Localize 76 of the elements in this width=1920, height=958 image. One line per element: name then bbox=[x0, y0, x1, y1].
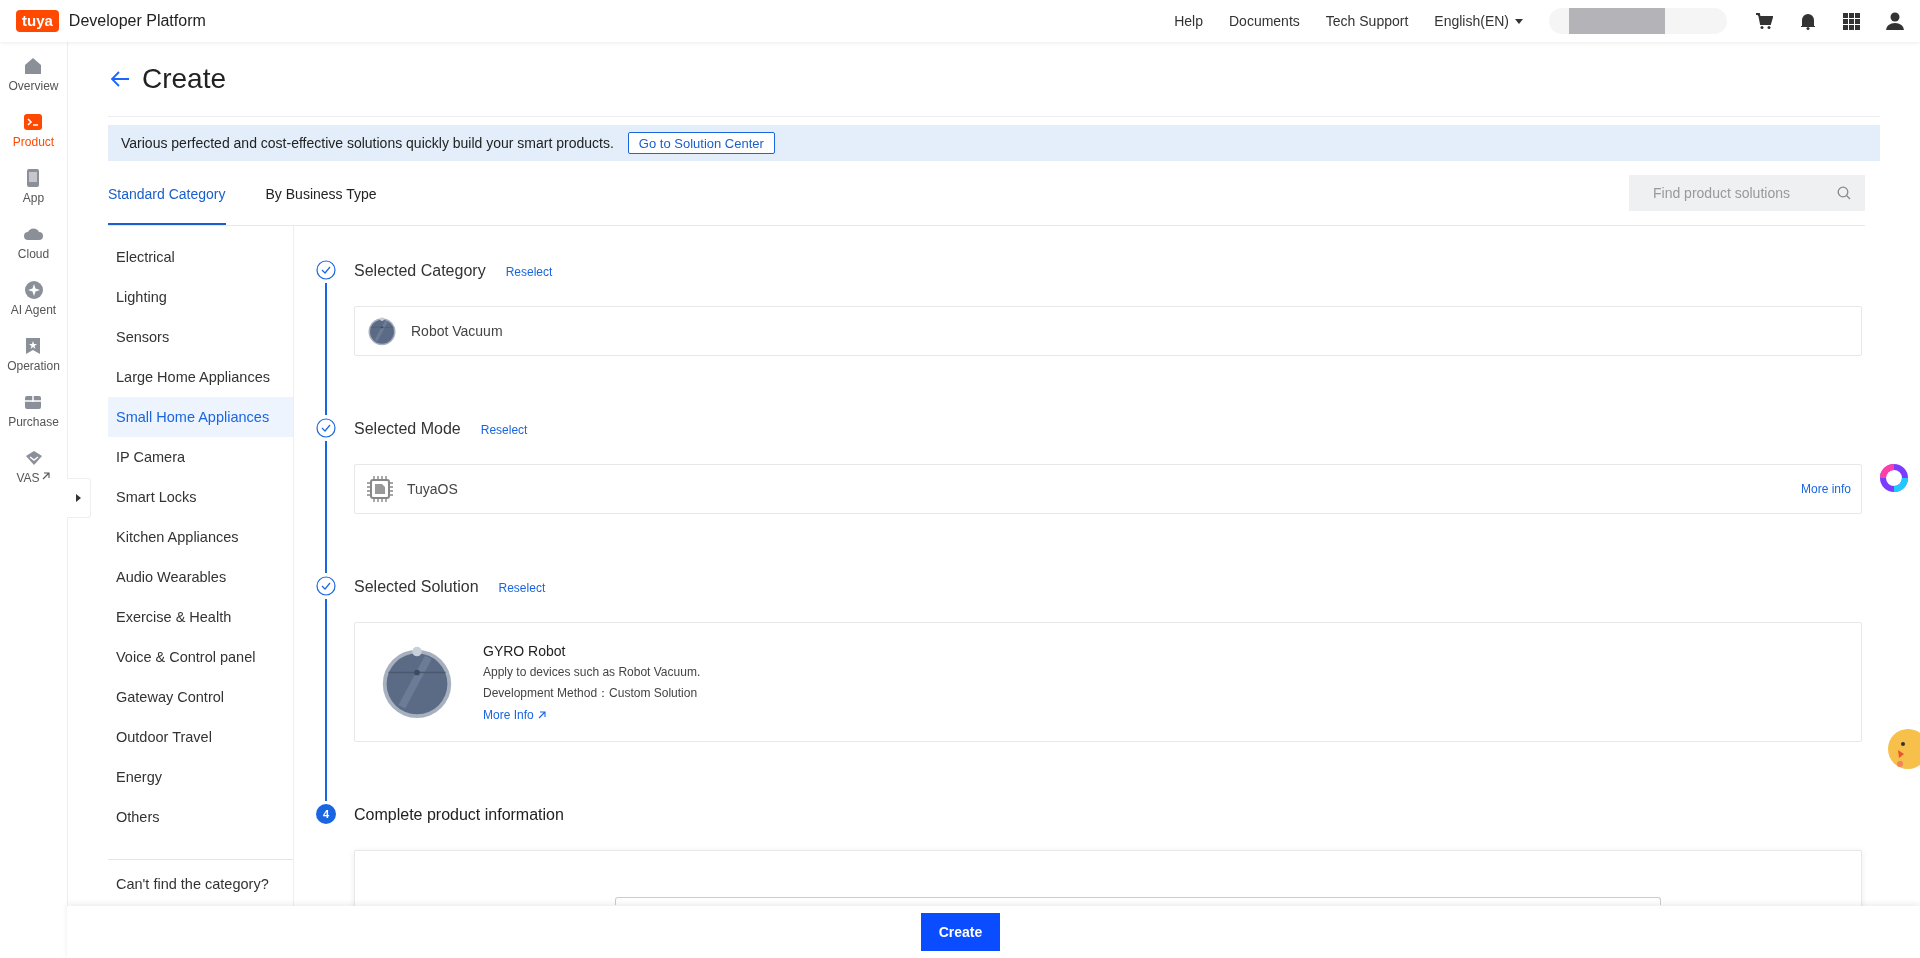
rail-label: Overview bbox=[8, 79, 59, 93]
external-link-icon bbox=[40, 471, 51, 481]
create-button[interactable]: Create bbox=[921, 913, 1000, 951]
category-item[interactable]: Sensors bbox=[108, 317, 293, 357]
category-item[interactable]: Energy bbox=[108, 757, 293, 797]
category-item[interactable]: Kitchen Appliances bbox=[108, 517, 293, 557]
language-selector[interactable]: English(EN) bbox=[1434, 13, 1523, 29]
category-item[interactable]: Large Home Appliances bbox=[108, 357, 293, 397]
mode-name: TuyaOS bbox=[407, 481, 458, 497]
external-link-icon bbox=[536, 709, 547, 720]
spark-icon bbox=[23, 280, 44, 300]
terminal-icon bbox=[23, 112, 44, 132]
step-title: Selected Solution bbox=[354, 578, 479, 596]
more-info-link[interactable]: More info bbox=[1800, 482, 1851, 496]
search-icon bbox=[1837, 186, 1851, 200]
rail-label: Purchase bbox=[8, 415, 59, 429]
category-item[interactable]: Others bbox=[108, 797, 293, 837]
rail-label: AI Agent bbox=[10, 303, 57, 317]
development-method: Development Method：Custom Solution bbox=[483, 684, 699, 702]
solution-center-button[interactable]: Go to Solution Center bbox=[627, 132, 775, 154]
rail-item[interactable]: App bbox=[22, 168, 45, 224]
user-icon[interactable] bbox=[1886, 12, 1904, 30]
rail-label: Operation bbox=[7, 359, 60, 373]
rail-item[interactable]: VAS bbox=[16, 448, 51, 504]
input-field[interactable] bbox=[615, 897, 1661, 905]
rail-label: App bbox=[22, 191, 45, 205]
page-title: Create bbox=[142, 63, 227, 95]
step-title: Selected Category bbox=[354, 262, 486, 280]
rail-label: Product bbox=[12, 135, 55, 149]
category-item[interactable]: Exercise & Health bbox=[108, 597, 293, 637]
cart-icon[interactable] bbox=[1755, 12, 1773, 30]
nav-link[interactable]: Help bbox=[1174, 13, 1203, 29]
category-item[interactable]: Lighting bbox=[108, 277, 293, 317]
rail-item[interactable]: Operation bbox=[7, 336, 60, 392]
category-item[interactable]: Small Home Appliances bbox=[108, 397, 293, 437]
banner-text: Various perfected and cost-effective solutions quickly build your smart products. bbox=[121, 135, 614, 151]
rail-item[interactable]: AI Agent bbox=[10, 280, 57, 336]
category-item[interactable]: Electrical bbox=[108, 237, 293, 277]
category-tab[interactable]: By Business Type bbox=[265, 161, 377, 225]
step-title: Complete product information bbox=[354, 806, 564, 824]
apps-grid-icon[interactable] bbox=[1843, 12, 1860, 30]
solution-description: Apply to devices such as Robot Vacuum. bbox=[483, 664, 701, 679]
search-field[interactable]: Find product solutions bbox=[1629, 175, 1865, 211]
category-name: Robot Vacuum bbox=[411, 323, 503, 339]
platform-title: Developer Platform bbox=[68, 12, 206, 30]
category-item[interactable]: Voice & Control panel bbox=[108, 637, 293, 677]
nav-link[interactable]: Tech Support bbox=[1325, 13, 1409, 29]
rail-item[interactable]: Cloud bbox=[17, 224, 50, 280]
reselect-link[interactable]: Reselect bbox=[498, 581, 546, 595]
step-title: Selected Mode bbox=[354, 420, 461, 438]
rail-label: Cloud bbox=[17, 247, 50, 261]
category-item[interactable]: Smart Locks bbox=[108, 477, 293, 517]
solution-name: GYRO Robot bbox=[483, 642, 567, 659]
rail-item[interactable]: Overview bbox=[8, 56, 59, 112]
back-arrow-icon[interactable] bbox=[110, 70, 130, 88]
bell-icon[interactable] bbox=[1799, 12, 1817, 30]
nav-link[interactable]: Documents bbox=[1229, 13, 1300, 29]
category-tab[interactable]: Standard Category bbox=[108, 161, 226, 225]
category-item[interactable]: Outdoor Travel bbox=[108, 717, 293, 757]
category-item[interactable]: Audio Wearables bbox=[108, 557, 293, 597]
caret-right-icon bbox=[76, 494, 81, 502]
rail-label: VAS bbox=[16, 471, 51, 485]
reselect-link[interactable]: Reselect bbox=[505, 265, 553, 279]
step-number: 4 bbox=[316, 804, 336, 824]
category-help-link[interactable]: Can't find the category? bbox=[108, 864, 293, 904]
more-info-link[interactable]: More Info bbox=[483, 707, 701, 722]
reselect-link[interactable]: Reselect bbox=[480, 423, 528, 437]
caret-icon bbox=[1515, 18, 1523, 24]
expand-button[interactable] bbox=[67, 478, 91, 518]
robot-vacuum-icon bbox=[367, 316, 397, 346]
home-icon bbox=[23, 56, 44, 76]
category-item[interactable]: Gateway Control bbox=[108, 677, 293, 717]
rail-item[interactable]: Purchase bbox=[8, 392, 59, 448]
chip-icon bbox=[367, 476, 393, 502]
category-item[interactable]: IP Camera bbox=[108, 437, 293, 477]
account-field[interactable] bbox=[1549, 8, 1727, 34]
